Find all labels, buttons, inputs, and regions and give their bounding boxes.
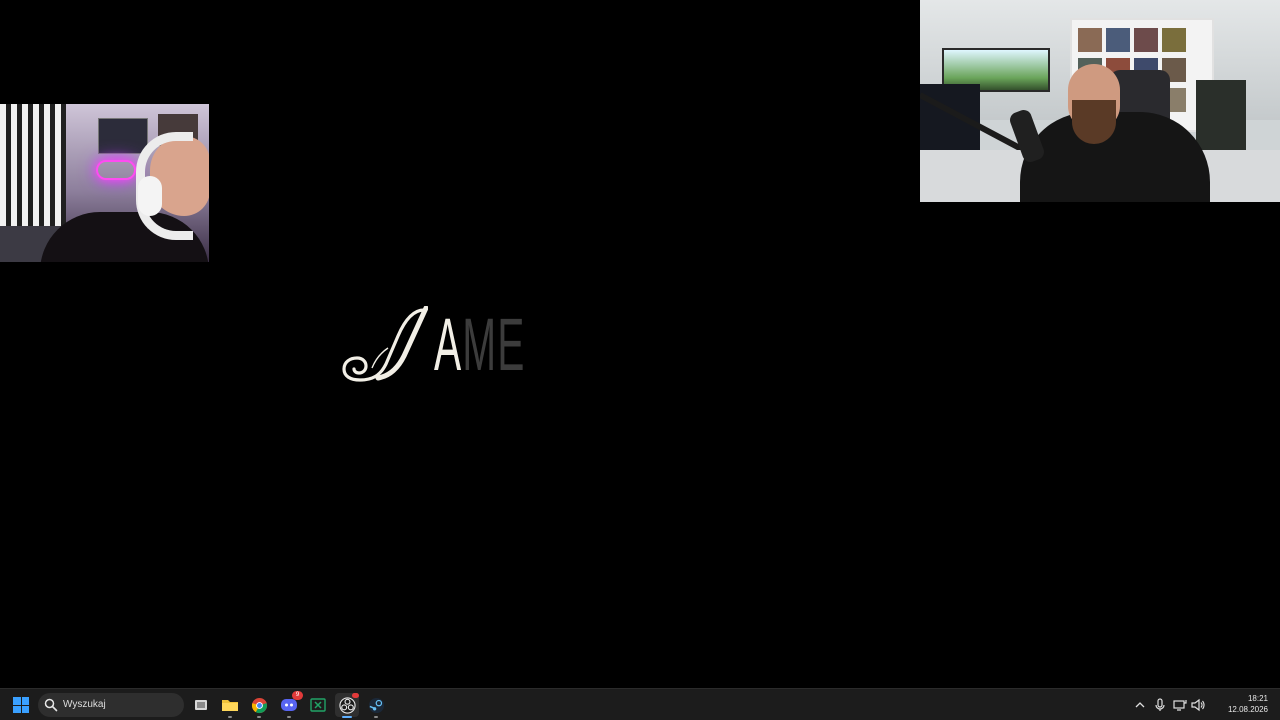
discord-button[interactable]: 9	[277, 691, 303, 718]
logo-letters: AME	[434, 308, 525, 382]
obs-button[interactable]	[335, 693, 359, 718]
volume-icon[interactable]	[1190, 697, 1206, 713]
webcam-left	[0, 104, 209, 262]
task-view-icon	[195, 700, 207, 710]
logo-bright-letter: A	[434, 303, 463, 386]
folder-icon	[222, 700, 238, 711]
search-input[interactable]: Wyszukaj	[38, 693, 184, 717]
windows-icon	[13, 697, 29, 713]
chrome-button[interactable]	[247, 693, 271, 718]
search-placeholder: Wyszukaj	[63, 699, 106, 710]
obs-icon	[338, 696, 356, 714]
steam-button[interactable]	[364, 693, 388, 718]
screen: AME Wyszukaj 9 18:21 12.08.2026	[0, 0, 1280, 720]
excel-button[interactable]	[306, 693, 330, 717]
clock-date: 12.08.2026	[1227, 705, 1268, 714]
search-icon	[44, 698, 58, 712]
file-explorer-button[interactable]	[218, 693, 242, 718]
clock-time: 18:21	[1247, 694, 1268, 703]
steam-icon	[368, 697, 384, 713]
chrome-icon	[251, 697, 267, 713]
recording-indicator	[352, 693, 359, 698]
taskbar: Wyszukaj 9 18:21 12.08.2026	[0, 688, 1280, 720]
network-icon[interactable]	[1172, 697, 1188, 713]
neon-sign	[96, 160, 136, 180]
clock[interactable]: 18:21 12.08.2026	[1218, 693, 1268, 715]
start-button[interactable]	[10, 695, 32, 715]
notification-badge: 9	[292, 691, 303, 700]
microphone-icon[interactable]	[1152, 697, 1168, 713]
webcam-right	[920, 0, 1280, 202]
system-tray: 18:21 12.08.2026	[1130, 689, 1280, 720]
logo-faded-letters: ME	[462, 303, 526, 386]
chevron-up-icon[interactable]	[1132, 697, 1148, 713]
excel-icon	[310, 698, 326, 712]
game-logo: AME	[342, 306, 542, 386]
logo-j-glyph	[342, 306, 428, 382]
task-view-button[interactable]	[189, 693, 213, 717]
